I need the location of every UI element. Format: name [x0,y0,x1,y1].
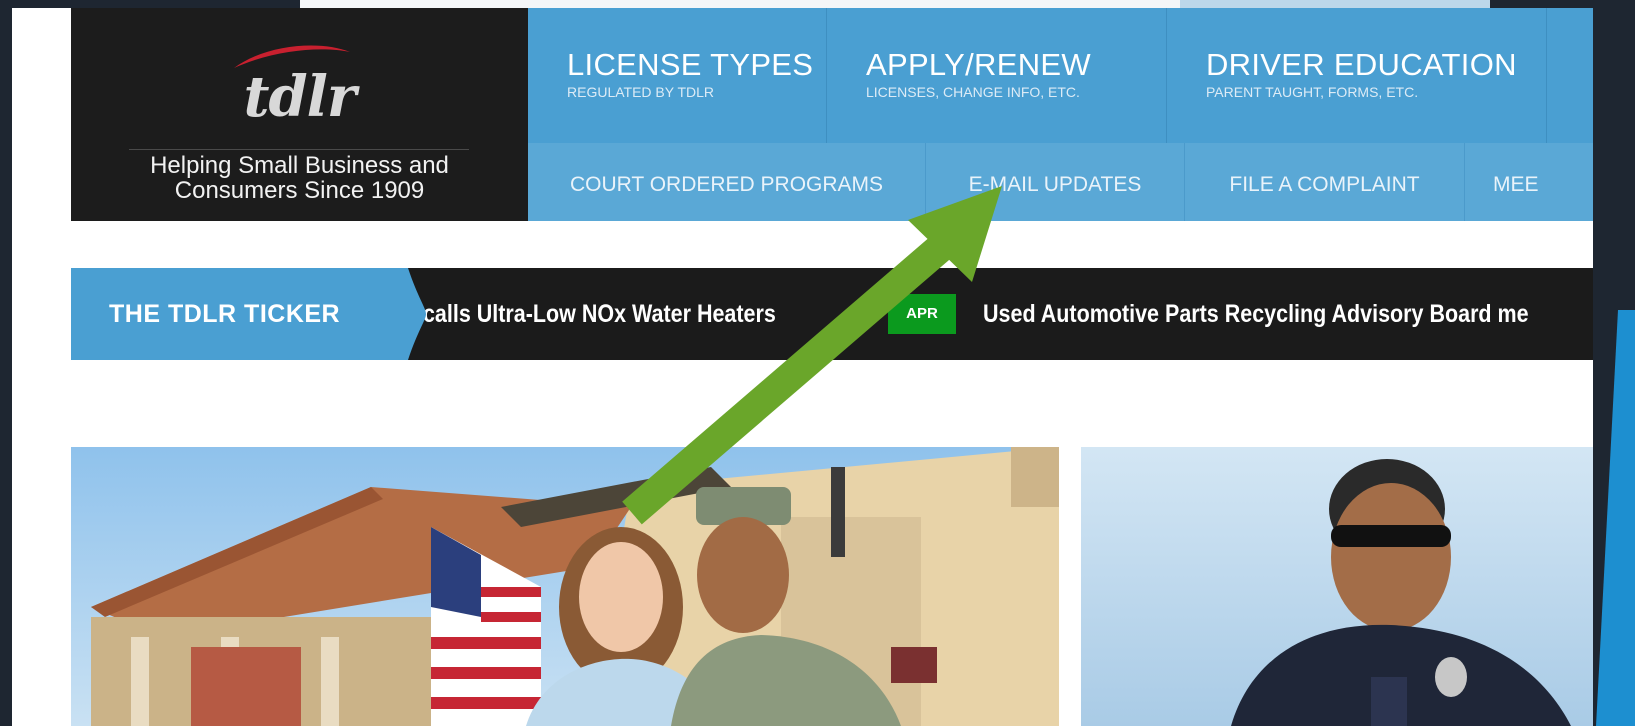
ticker-chevron [400,268,426,360]
annotation-arrow-icon [622,186,1002,525]
ticker-label: THE TDLR TICKER [71,268,401,360]
